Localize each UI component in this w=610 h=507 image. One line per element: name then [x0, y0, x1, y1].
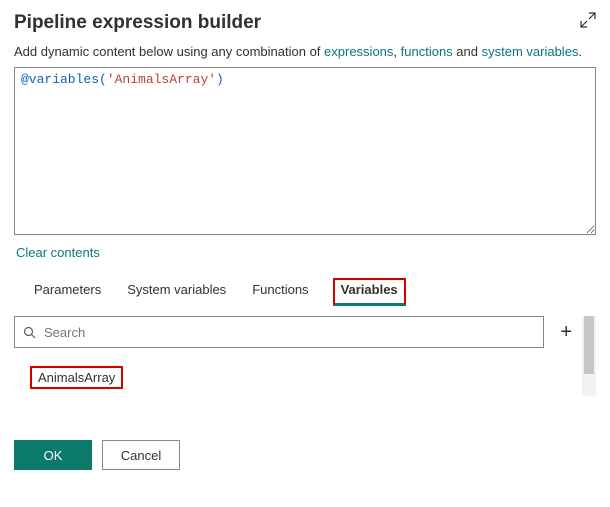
- search-input[interactable]: [42, 324, 535, 341]
- vertical-scrollbar[interactable]: [582, 316, 596, 396]
- token-string: 'AnimalsArray': [107, 72, 216, 87]
- ok-button[interactable]: OK: [14, 440, 92, 470]
- variable-item-animalsarray[interactable]: AnimalsArray: [30, 366, 123, 389]
- helper-prefix: Add dynamic content below using any comb…: [14, 44, 324, 59]
- token-open-paren: (: [99, 72, 107, 87]
- tab-parameters[interactable]: Parameters: [32, 278, 103, 306]
- search-icon: [23, 326, 36, 339]
- tab-system-variables[interactable]: System variables: [125, 278, 228, 306]
- page-title: Pipeline expression builder: [14, 12, 261, 34]
- helper-text: Add dynamic content below using any comb…: [14, 44, 596, 59]
- functions-link[interactable]: functions: [401, 44, 453, 59]
- token-close-paren: ): [216, 72, 224, 87]
- tab-bar: Parameters System variables Functions Va…: [14, 278, 406, 306]
- expand-icon[interactable]: [580, 12, 596, 31]
- search-box[interactable]: [14, 316, 544, 348]
- cancel-button[interactable]: Cancel: [102, 440, 180, 470]
- tab-functions[interactable]: Functions: [250, 278, 310, 306]
- tab-variables[interactable]: Variables: [333, 278, 406, 306]
- system-variables-link[interactable]: system variables: [482, 44, 579, 59]
- helper-and: and: [453, 44, 482, 59]
- scroll-thumb[interactable]: [584, 316, 594, 374]
- expression-editor[interactable]: @variables('AnimalsArray'): [14, 67, 596, 235]
- token-invoke: @variables: [21, 72, 99, 87]
- helper-comma-1: ,: [393, 44, 400, 59]
- add-button[interactable]: +: [554, 322, 578, 342]
- helper-period: .: [578, 44, 582, 59]
- expressions-link[interactable]: expressions: [324, 44, 393, 59]
- clear-contents-link[interactable]: Clear contents: [16, 245, 100, 260]
